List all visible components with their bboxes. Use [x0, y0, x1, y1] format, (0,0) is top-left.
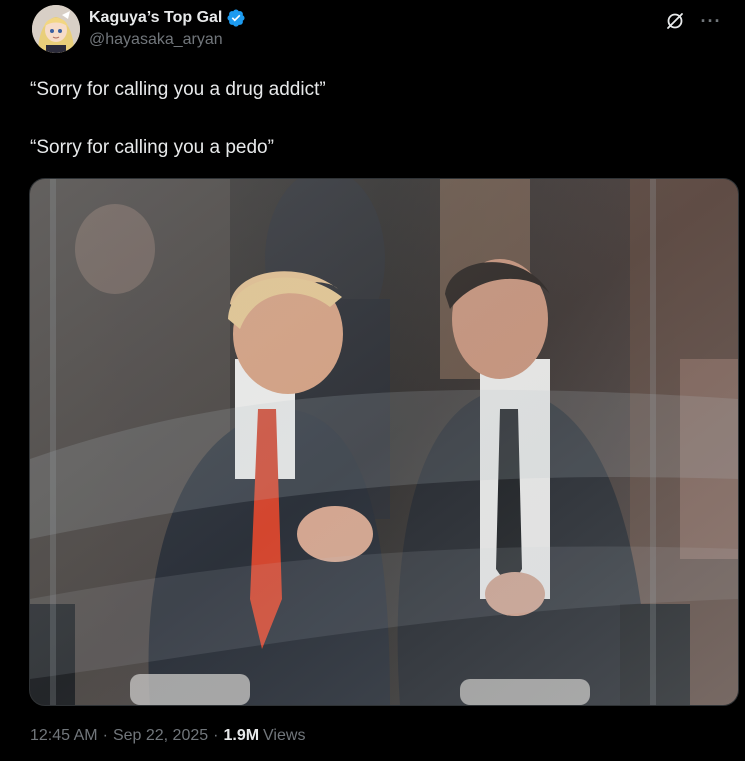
author-names: Kaguya’s Top Gal @hayasaka_aryan — [89, 8, 246, 49]
more-options-icon[interactable]: ··· — [700, 10, 722, 32]
tweet-date[interactable]: Sep 22, 2025 — [113, 727, 208, 745]
author-handle[interactable]: @hayasaka_aryan — [89, 31, 246, 49]
photo-scene — [30, 179, 738, 705]
display-name-row: Kaguya’s Top Gal — [89, 8, 246, 28]
tweet-text: “Sorry for calling you a drug addict” “S… — [30, 75, 720, 191]
tweet-text-line: “Sorry for calling you a drug addict” — [30, 79, 326, 100]
display-name[interactable]: Kaguya’s Top Gal — [89, 9, 222, 27]
verified-badge-icon[interactable] — [226, 8, 246, 28]
tweet-time[interactable]: 12:45 AM — [30, 727, 98, 745]
tweet-text-line: “Sorry for calling you a pedo” — [30, 137, 274, 158]
meta-separator: · — [213, 727, 219, 744]
meta-separator: · — [102, 727, 108, 744]
grok-icon[interactable] — [664, 10, 686, 32]
tweet-header: Kaguya’s Top Gal @hayasaka_aryan ··· — [32, 4, 732, 56]
tweet-media-photo[interactable] — [29, 178, 739, 706]
anime-avatar-icon — [32, 5, 80, 53]
tweet-metadata: 12:45 AM · Sep 22, 2025 · 1.9M Views — [30, 727, 305, 745]
views-label: Views — [263, 727, 306, 744]
author-avatar[interactable] — [32, 5, 80, 53]
views-count: 1.9M — [223, 727, 260, 744]
tweet-top-actions: ··· — [664, 10, 722, 32]
